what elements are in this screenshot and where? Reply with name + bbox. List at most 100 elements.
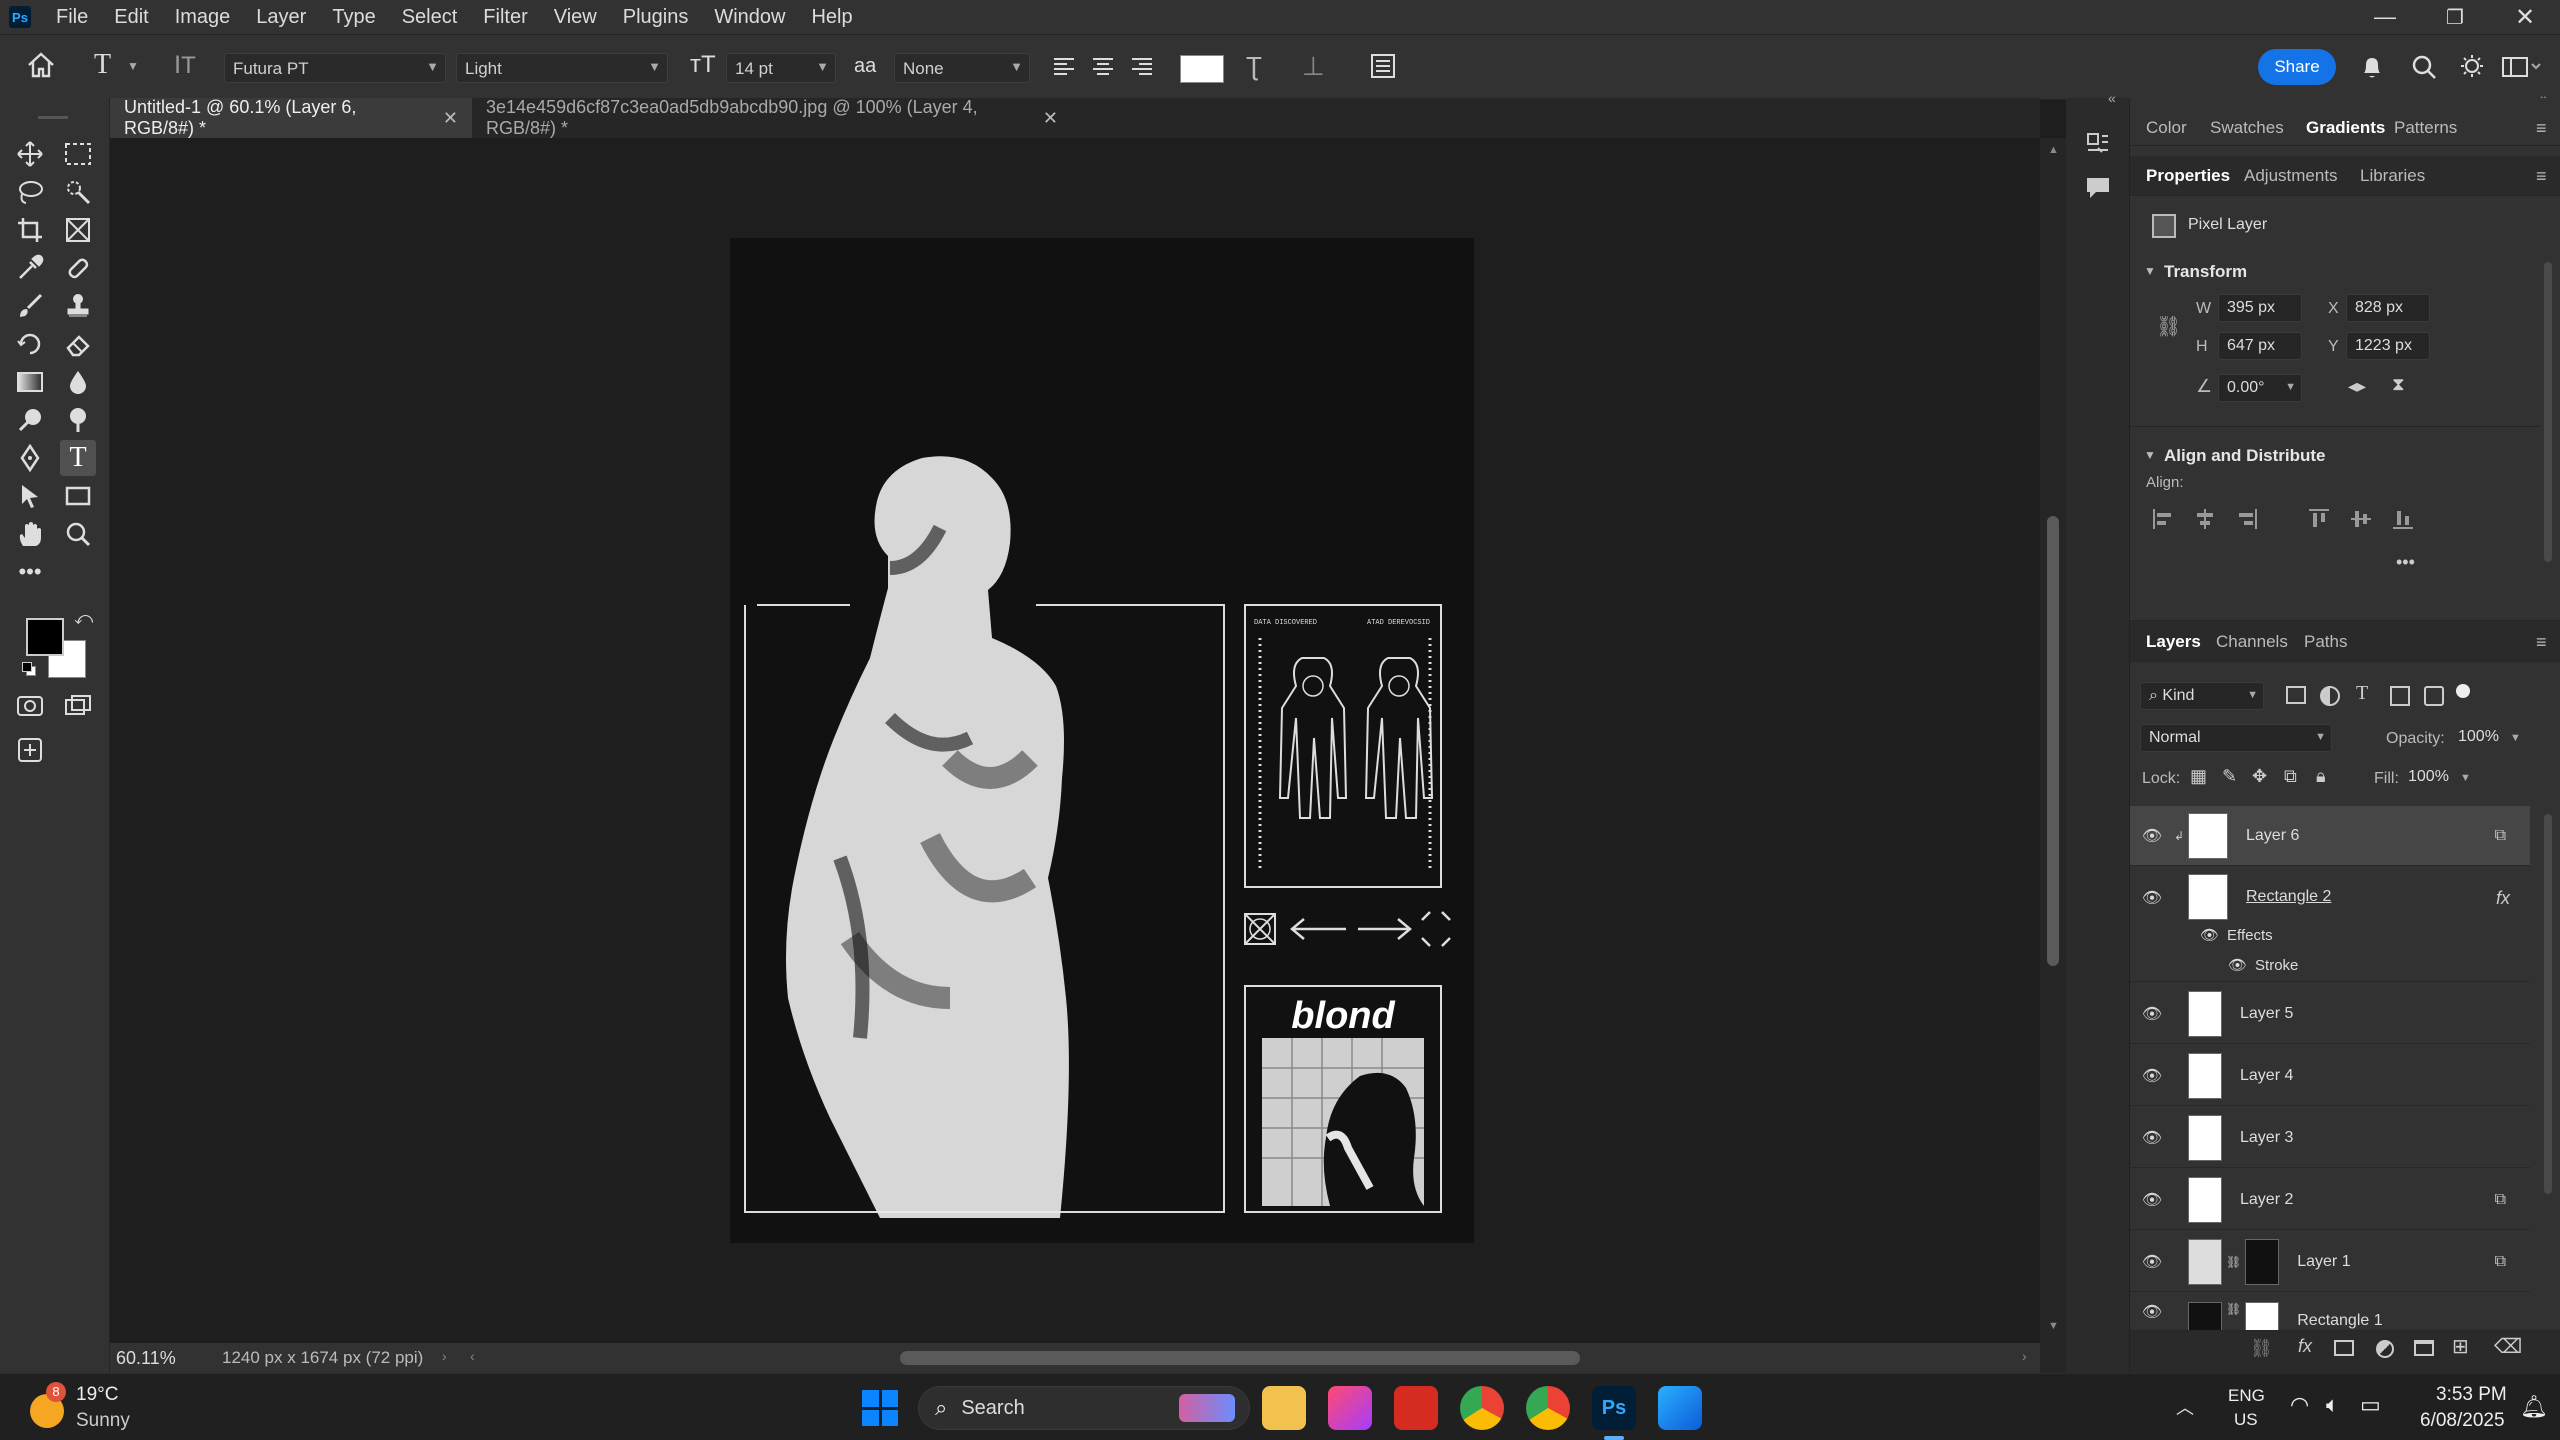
tab-gradients[interactable]: Gradients — [2306, 118, 2385, 138]
visibility-eye-icon[interactable]: 👁︎ — [2130, 1004, 2174, 1024]
tab-paths[interactable]: Paths — [2304, 632, 2347, 652]
effects-row[interactable]: 👁︎ Effects — [2200, 926, 2273, 944]
share-button[interactable]: Share — [2258, 49, 2336, 85]
align-left-icon[interactable] — [1052, 55, 1076, 79]
lock-all-icon[interactable]: 🔒︎ — [2316, 766, 2326, 787]
generative-icon[interactable] — [12, 732, 48, 768]
filter-adjustment-icon[interactable] — [2320, 686, 2340, 706]
layer-row-layer-6[interactable]: 👁︎ ↲ Layer 6 ⧉ — [2130, 806, 2530, 866]
lock-pixels-icon[interactable]: ✎ — [2222, 766, 2237, 787]
crop-tool-icon[interactable] — [12, 212, 48, 248]
restore-icon[interactable]: ❐ — [2420, 5, 2490, 30]
tab-swatches[interactable]: Swatches — [2210, 118, 2284, 138]
minimize-icon[interactable]: — — [2350, 4, 2420, 30]
scroll-down-icon[interactable]: ▼ — [2048, 1320, 2059, 1332]
chevron-down-icon[interactable]: ▼ — [2510, 732, 2521, 744]
close-icon[interactable]: ✕ — [443, 108, 458, 129]
layer-name[interactable]: Layer 3 — [2240, 1129, 2293, 1147]
visibility-eye-icon[interactable]: 👁︎ — [2130, 1252, 2174, 1272]
scroll-up-icon[interactable]: ▲ — [2048, 144, 2059, 156]
pen-tool-icon[interactable] — [12, 440, 48, 476]
zoom-tool-icon[interactable] — [60, 516, 96, 552]
chevron-down-icon[interactable]: ▼ — [2144, 264, 2156, 278]
chevron-down-icon[interactable]: ▼ — [2460, 772, 2471, 784]
height-field[interactable]: 647 px — [2218, 332, 2302, 360]
quick-mask-icon[interactable] — [12, 688, 48, 724]
taskbar-search-box[interactable]: ⌕ Search — [918, 1386, 1250, 1430]
more-options-icon[interactable]: ••• — [2396, 552, 2415, 573]
font-style-select[interactable]: Light ▼ — [456, 53, 668, 83]
angle-field[interactable]: 0.00° ▼ — [2218, 374, 2302, 402]
healing-brush-tool-icon[interactable] — [60, 250, 96, 286]
align-right-edges-icon[interactable] — [2236, 508, 2258, 530]
new-layer-icon[interactable]: ⊞ — [2452, 1334, 2469, 1359]
chevron-down-icon[interactable]: ▼ — [2144, 448, 2156, 462]
photoshop-logo-icon[interactable]: Ps — [9, 6, 31, 28]
tab-patterns[interactable]: Patterns — [2394, 118, 2457, 138]
quick-select-tool-icon[interactable] — [60, 174, 96, 210]
tab-channels[interactable]: Channels — [2216, 632, 2288, 652]
lock-transparent-icon[interactable]: ▦ — [2190, 766, 2207, 787]
collapse-panels-icon[interactable]: « — [2108, 90, 2116, 106]
bell-icon[interactable] — [2358, 53, 2386, 81]
align-top-edges-icon[interactable] — [2308, 508, 2330, 530]
layer-name[interactable]: Layer 6 — [2246, 827, 2299, 845]
menu-image[interactable]: Image — [162, 6, 244, 29]
stroke-effect-row[interactable]: 👁︎ Stroke — [2228, 956, 2298, 974]
type-tool-icon[interactable]: T — [60, 440, 96, 476]
close-icon[interactable]: ✕ — [2490, 3, 2560, 32]
language-bottom[interactable]: US — [2234, 1410, 2258, 1430]
horizontal-scrollbar[interactable] — [900, 1351, 1580, 1365]
menu-help[interactable]: Help — [798, 6, 865, 29]
file-explorer-icon[interactable] — [1262, 1386, 1306, 1430]
menu-plugins[interactable]: Plugins — [610, 6, 702, 29]
language-top[interactable]: ENG — [2228, 1386, 2265, 1406]
layer-row-layer-5[interactable]: 👁︎ Layer 5 — [2130, 984, 2530, 1044]
blur-tool-icon[interactable] — [60, 364, 96, 400]
width-field[interactable]: 395 px — [2218, 294, 2302, 322]
windows-start-icon[interactable] — [862, 1390, 898, 1426]
home-icon[interactable] — [26, 51, 56, 79]
layer-name[interactable]: Layer 5 — [2240, 1005, 2293, 1023]
menu-layer[interactable]: Layer — [243, 6, 319, 29]
brush-tool-icon[interactable] — [12, 288, 48, 324]
new-adjustment-icon[interactable] — [2376, 1340, 2394, 1358]
scrollbar-thumb[interactable] — [2047, 516, 2059, 966]
menu-window[interactable]: Window — [701, 6, 798, 29]
zoom-level[interactable]: 60.11% — [116, 1348, 176, 1369]
document-canvas[interactable]: DATA DISCOVERED ATAD DEREVOCSID blond — [730, 238, 1474, 1243]
photoshop-taskbar-icon[interactable]: Ps — [1592, 1386, 1636, 1430]
search-icon[interactable] — [2410, 53, 2438, 81]
menu-view[interactable]: View — [541, 6, 610, 29]
layer-name[interactable]: Rectangle 1 — [2297, 1312, 2382, 1330]
tab-jpg[interactable]: 3e14e459d6cf87c3ea0ad5db9abcdb90.jpg @ 1… — [472, 97, 1072, 138]
filter-shape-icon[interactable] — [2390, 686, 2410, 706]
weather-desc[interactable]: Sunny — [76, 1410, 130, 1432]
scroll-right-icon[interactable]: › — [2022, 1348, 2027, 1364]
more-tools-icon[interactable]: ••• — [12, 554, 48, 590]
add-style-icon[interactable]: fx — [2298, 1336, 2312, 1357]
path-selection-tool-icon[interactable] — [12, 478, 48, 514]
tab-layers[interactable]: Layers — [2146, 632, 2201, 652]
photos-icon[interactable] — [1658, 1386, 1702, 1430]
comments-panel-icon[interactable] — [2084, 174, 2112, 202]
screen-mode-icon[interactable] — [60, 688, 96, 724]
chevron-up-icon[interactable]: ︿ — [2176, 1394, 2194, 1420]
layer-row-layer-2[interactable]: 👁︎ Layer 2 ⧉ — [2130, 1170, 2530, 1230]
text-color-swatch[interactable] — [1180, 55, 1224, 83]
layers-scrollbar[interactable] — [2544, 814, 2552, 1194]
filter-type-icon[interactable]: T — [2356, 682, 2368, 705]
blend-mode-select[interactable]: Normal ▼ — [2140, 724, 2332, 752]
layer-row-layer-4[interactable]: 👁︎ Layer 4 — [2130, 1046, 2530, 1106]
antialias-select[interactable]: None ▼ — [894, 53, 1030, 83]
close-icon[interactable]: ✕ — [1043, 108, 1058, 129]
visibility-eye-icon[interactable]: 👁︎ — [2130, 1066, 2174, 1086]
tab-untitled-1[interactable]: Untitled-1 @ 60.1% (Layer 6, RGB/8#) * ✕ — [110, 97, 472, 138]
eraser-tool-icon[interactable] — [60, 326, 96, 362]
visibility-eye-icon[interactable]: 👁︎ — [2130, 1302, 2174, 1322]
tab-libraries[interactable]: Libraries — [2360, 166, 2425, 186]
marquee-tool-icon[interactable] — [60, 136, 96, 172]
scroll-left-icon[interactable]: ‹ — [470, 1348, 475, 1364]
move-tool-icon[interactable] — [12, 136, 48, 172]
clock-time[interactable]: 3:53 PM — [2436, 1384, 2507, 1406]
